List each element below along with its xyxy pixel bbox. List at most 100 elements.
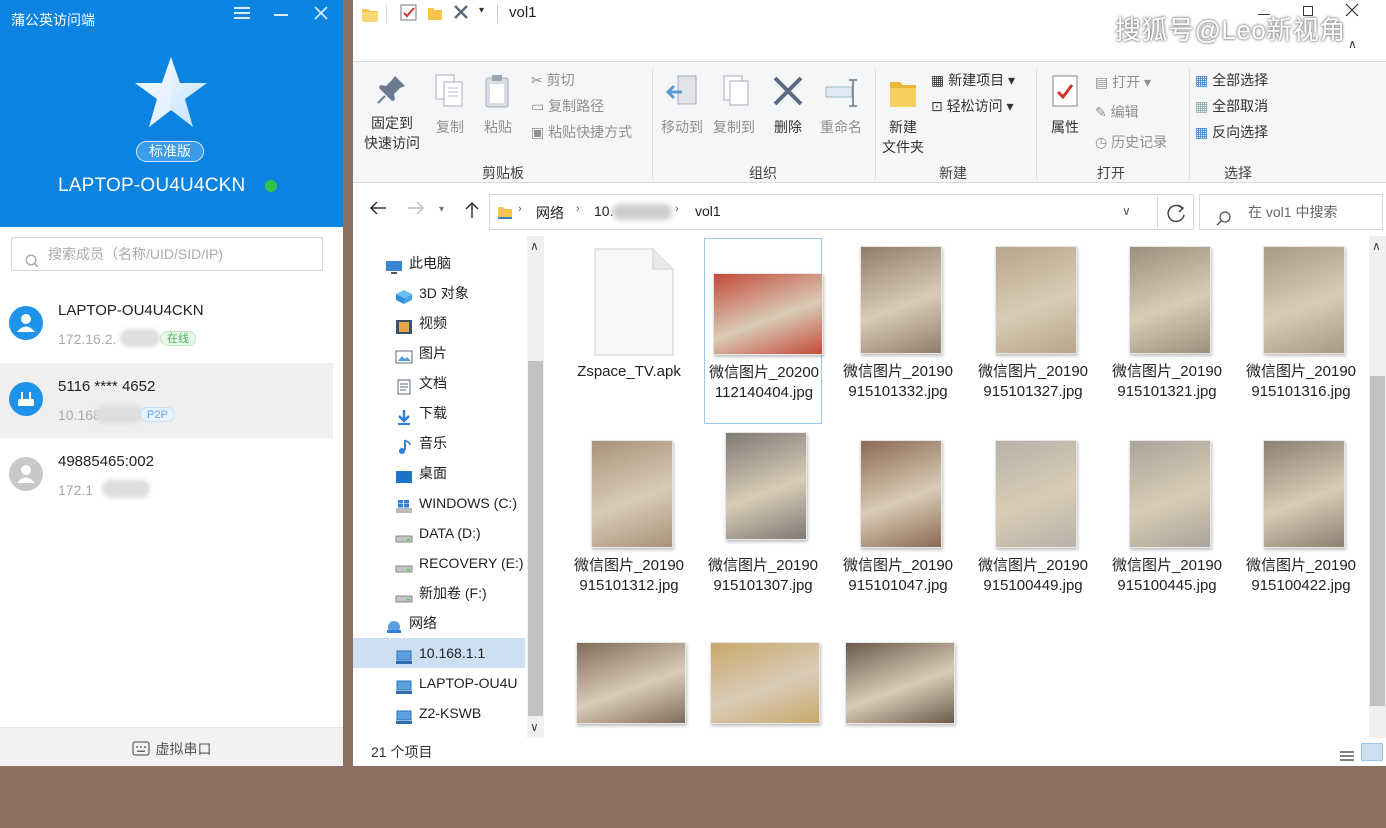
open-button[interactable]: ▤ 打开 ▾ xyxy=(1095,72,1151,92)
chevron-up-icon[interactable]: ∧ xyxy=(1348,37,1357,51)
file-item-image[interactable] xyxy=(839,642,957,828)
file-name: 微信图片_20190915100449.jpg xyxy=(977,557,1089,594)
virtual-serial-button[interactable]: 虚拟串口 xyxy=(0,727,343,766)
nav-item[interactable]: LAPTOP-OU4U xyxy=(353,668,525,698)
breadcrumb-host[interactable]: 10. xyxy=(594,203,613,219)
scroll-thumb[interactable] xyxy=(1370,376,1385,706)
menu-icon[interactable] xyxy=(234,6,250,25)
close-icon[interactable] xyxy=(314,6,328,25)
search-icon xyxy=(25,247,39,279)
search-box[interactable]: 在 vol1 中搜索 xyxy=(1199,194,1383,230)
image-thumbnail xyxy=(710,642,820,724)
file-item-image[interactable] xyxy=(704,642,822,828)
download-icon xyxy=(395,405,413,425)
edit-button[interactable]: ✎ 编辑 xyxy=(1095,102,1139,122)
file-item-image[interactable]: 微信图片_20190915101327.jpg xyxy=(974,238,1092,424)
new-folder-qat-icon[interactable] xyxy=(426,4,444,25)
delete-button[interactable]: 删除 xyxy=(767,72,809,137)
nav-item[interactable]: 图片 xyxy=(353,338,525,368)
move-to-button[interactable]: 移动到 xyxy=(657,72,707,137)
delete-qat-icon[interactable] xyxy=(453,4,469,23)
new-folder-button[interactable]: 新建 文件夹 xyxy=(879,72,927,157)
nav-item[interactable]: 下载 xyxy=(353,398,525,428)
member-search-input[interactable]: 搜索成员（名称/UID/SID/IP) xyxy=(11,237,323,271)
file-item-image[interactable]: 微信图片_20190915100449.jpg xyxy=(974,432,1092,618)
cut-label: 剪切 xyxy=(546,72,575,88)
scroll-up-icon[interactable]: ∧ xyxy=(1372,239,1381,253)
file-item-apk[interactable]: Zspace_TV.apk xyxy=(570,238,688,424)
nav-item[interactable]: 3D 对象 xyxy=(353,278,525,308)
nav-item[interactable]: 此电脑 xyxy=(353,248,525,278)
select-none-button[interactable]: ▦ 全部取消 xyxy=(1195,96,1268,116)
forward-arrow-icon[interactable] xyxy=(407,200,425,219)
nav-item[interactable]: 桌面 xyxy=(353,458,525,488)
scroll-thumb[interactable] xyxy=(528,361,543,716)
content-scrollbar[interactable]: ∧ xyxy=(1369,236,1386,738)
file-item-image[interactable]: 微信图片_20190915101047.jpg xyxy=(839,432,957,618)
file-item-image[interactable]: 微信图片_20190915101312.jpg xyxy=(570,432,688,618)
rename-button[interactable]: 重命名 xyxy=(815,72,867,137)
breadcrumb-network[interactable]: 网络 xyxy=(536,203,564,223)
nav-item[interactable]: 新加卷 (F:) xyxy=(353,578,525,608)
nav-item[interactable]: 音乐 xyxy=(353,428,525,458)
paste-shortcut-label: 粘贴快捷方式 xyxy=(548,124,633,140)
network-computer-icon xyxy=(395,675,413,694)
properties-button[interactable]: 属性 xyxy=(1043,72,1087,137)
copy-to-button[interactable]: 复制到 xyxy=(709,72,759,137)
nav-item[interactable]: RECOVERY (E:) xyxy=(353,548,525,578)
file-item-image[interactable] xyxy=(570,642,688,828)
invert-selection-button[interactable]: ▦ 反向选择 xyxy=(1195,122,1268,142)
file-item-image[interactable]: 微信图片_20190915100445.jpg xyxy=(1108,432,1226,618)
group-select: 选择 xyxy=(1224,165,1252,181)
details-view-icon[interactable] xyxy=(1339,745,1355,773)
file-item-image[interactable]: 微信图片_20200112140404.jpg xyxy=(704,238,823,424)
group-organize: 组织 xyxy=(749,165,777,181)
file-item-image[interactable]: 微信图片_20190915101332.jpg xyxy=(839,238,957,424)
image-thumbnail xyxy=(995,440,1077,548)
file-item-image[interactable]: 微信图片_20190915100422.jpg xyxy=(1242,432,1360,618)
address-bar[interactable]: › 网络 › 10. › vol1 ∨ xyxy=(489,194,1158,230)
image-thumbnail xyxy=(713,273,823,355)
image-thumbnail xyxy=(995,246,1077,354)
chevron-down-icon[interactable]: ▾ xyxy=(479,5,484,16)
properties-qat-icon[interactable] xyxy=(400,4,418,25)
history-button[interactable]: ◷ 历史记录 xyxy=(1095,132,1167,152)
nav-scrollbar[interactable]: ∧ ∨ xyxy=(527,236,544,738)
nav-item[interactable]: DATA (D:) xyxy=(353,518,525,548)
file-item-image[interactable]: 微信图片_20190915101307.jpg xyxy=(704,432,822,618)
easy-access-button[interactable]: ⊡ 轻松访问 ▾ xyxy=(931,96,1014,116)
up-arrow-icon[interactable] xyxy=(464,201,480,222)
large-icons-view-icon[interactable] xyxy=(1361,743,1383,761)
close-button[interactable] xyxy=(1345,3,1359,20)
chevron-down-icon[interactable]: ∨ xyxy=(1122,204,1131,218)
member-item[interactable]: LAPTOP-OU4U4CKN 172.16.2. 在线 xyxy=(0,287,333,362)
member-item[interactable]: 5116 **** 4652 10.168 P2P xyxy=(0,363,333,438)
cut-button[interactable]: ✂ 剪切 xyxy=(531,70,575,90)
minimize-icon[interactable] xyxy=(274,6,288,25)
copy-button[interactable]: 复制 xyxy=(429,72,471,137)
breadcrumb-vol1[interactable]: vol1 xyxy=(695,203,721,219)
move-to-label: 移动到 xyxy=(661,119,703,135)
nav-item[interactable]: 文档 xyxy=(353,368,525,398)
open-icon: ▤ xyxy=(1095,74,1113,90)
file-item-image[interactable]: 微信图片_20190915101321.jpg xyxy=(1108,238,1226,424)
scroll-down-icon[interactable]: ∨ xyxy=(530,720,539,734)
pin-quick-access-button[interactable]: 固定到 快速访问 xyxy=(359,72,425,153)
new-item-button[interactable]: ▦ 新建项目 ▾ xyxy=(931,70,1015,90)
back-arrow-icon[interactable] xyxy=(369,200,387,219)
rename-label: 重命名 xyxy=(820,119,862,135)
refresh-button[interactable] xyxy=(1158,194,1194,230)
nav-item[interactable]: WINDOWS (C:) xyxy=(353,488,525,518)
member-item[interactable]: 49885465:002 172.1 xyxy=(0,438,333,513)
file-item-image[interactable]: 微信图片_20190915101316.jpg xyxy=(1242,238,1360,424)
copy-path-button[interactable]: ▭ 复制路径 xyxy=(531,96,604,116)
paste-shortcut-button[interactable]: ▣ 粘贴快捷方式 xyxy=(531,122,632,142)
nav-item[interactable]: 网络 xyxy=(353,608,525,638)
nav-item[interactable]: 视频 xyxy=(353,308,525,338)
nav-item[interactable]: 10.168.1.1 xyxy=(353,638,525,668)
nav-item[interactable]: Z2-KSWB xyxy=(353,698,525,728)
paste-button[interactable]: 粘贴 xyxy=(477,72,519,137)
scroll-up-icon[interactable]: ∧ xyxy=(530,239,539,253)
recent-chevron-icon[interactable]: ▾ xyxy=(439,204,444,215)
select-all-button[interactable]: ▦ 全部选择 xyxy=(1195,70,1268,90)
